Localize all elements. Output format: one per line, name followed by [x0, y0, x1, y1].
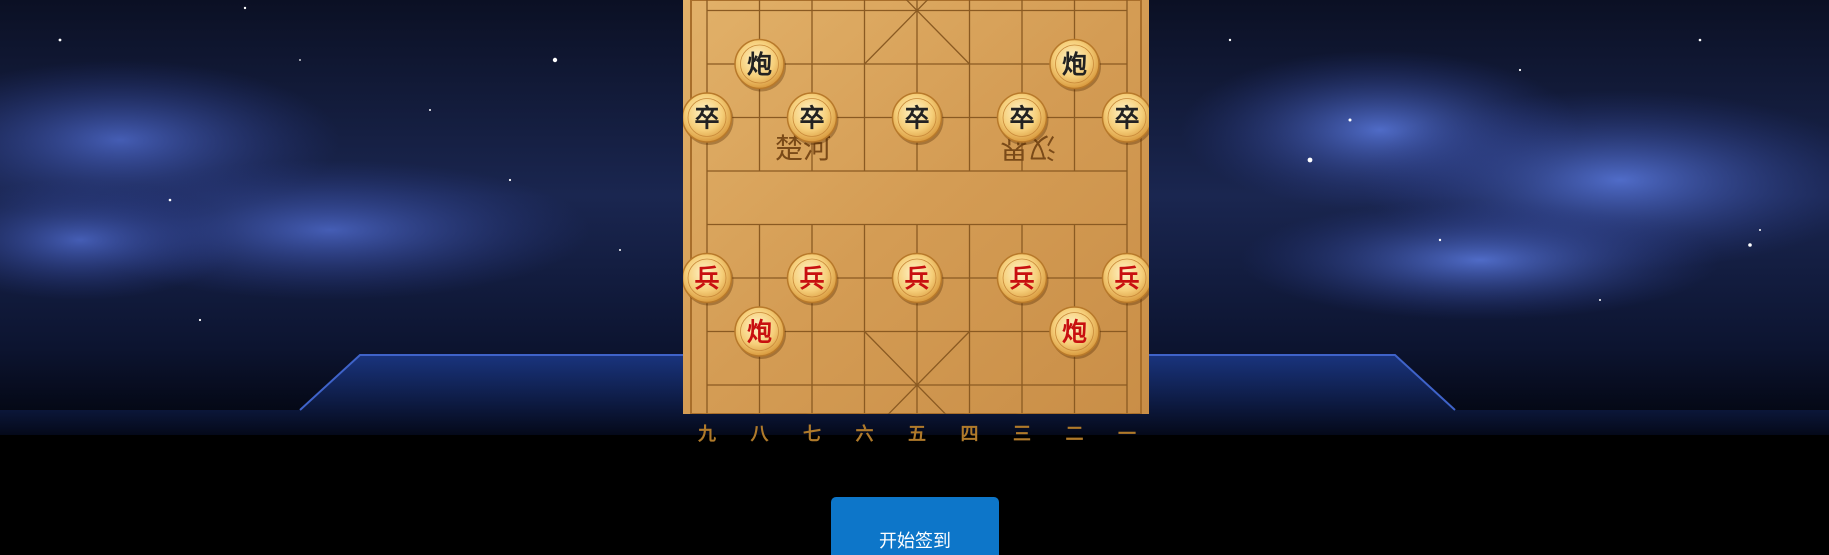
piece-label: 兵	[799, 264, 824, 293]
piece-label: 兵	[1114, 264, 1139, 293]
piece-label: 卒	[799, 104, 824, 133]
file-label: 七	[803, 424, 821, 445]
game-stage: 楚河 汉界 炮炮卒卒卒卒卒兵兵兵兵兵炮炮車馬相仕帥仕相馬車 九八七六五四三二一 …	[0, 0, 1829, 555]
file-label: 五	[908, 424, 926, 445]
file-label: 一	[1118, 424, 1136, 445]
piece-label: 卒	[1114, 104, 1139, 133]
piece-label: 炮	[1062, 50, 1087, 79]
file-label: 二	[1066, 424, 1084, 445]
piece-label: 卒	[904, 104, 929, 133]
piece-label: 炮	[747, 318, 772, 347]
piece-label: 兵	[1009, 264, 1034, 293]
piece-red[interactable]: 兵	[683, 252, 734, 306]
piece-label: 兵	[904, 264, 929, 293]
file-label: 九	[697, 424, 716, 445]
start-checkin-button[interactable]: 开始签到	[831, 497, 999, 555]
piece-black[interactable]: 卒	[683, 92, 734, 145]
file-label: 三	[1013, 424, 1031, 445]
piece-label: 卒	[1009, 104, 1034, 133]
piece-label: 炮	[747, 50, 772, 79]
file-label: 八	[751, 424, 770, 445]
file-labels: 九八七六五四三二一	[697, 423, 1136, 445]
piece-label: 卒	[694, 104, 719, 133]
xiangqi-board: 楚河 汉界 炮炮卒卒卒卒卒兵兵兵兵兵炮炮車馬相仕帥仕相馬車	[683, 0, 1149, 414]
piece-label: 兵	[694, 264, 719, 293]
file-label: 四	[961, 424, 979, 445]
file-label: 六	[856, 423, 874, 445]
piece-label: 炮	[1062, 318, 1087, 347]
